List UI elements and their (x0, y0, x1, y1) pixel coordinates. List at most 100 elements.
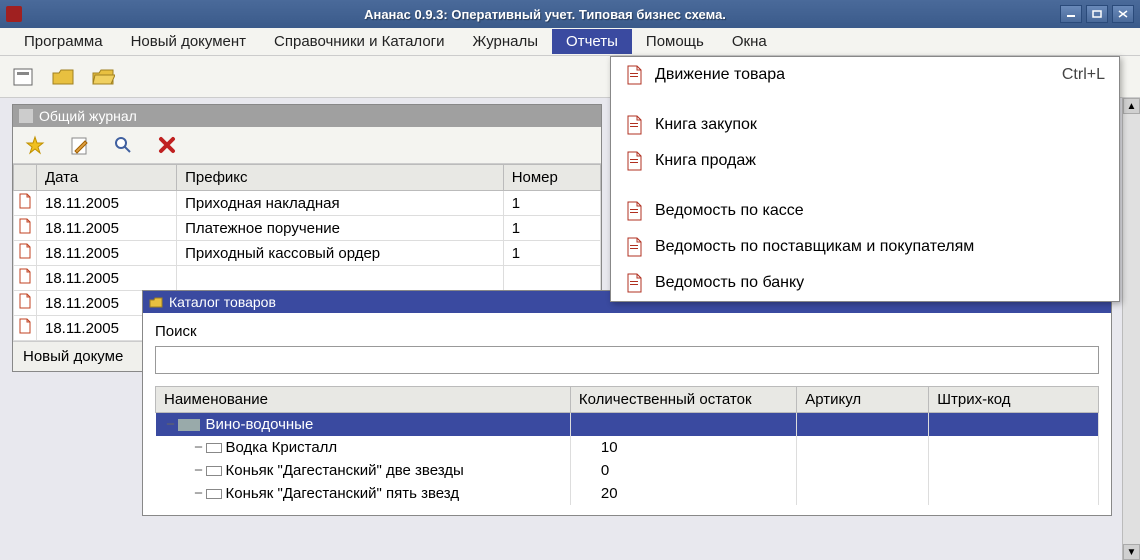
report-icon (625, 151, 643, 171)
cell-bar (929, 436, 1099, 459)
catalog-group-row[interactable]: −Вино-водочные (156, 413, 1099, 437)
search-label: Поиск (155, 323, 1099, 340)
cell-prefix (177, 266, 504, 291)
folder-icon[interactable] (50, 65, 76, 89)
catalog-title-text: Каталог товаров (169, 294, 276, 310)
catalog-col-name[interactable]: Наименование (156, 387, 571, 413)
scroll-up-icon[interactable]: ▲ (1123, 98, 1140, 114)
delete-icon[interactable] (155, 133, 179, 157)
cell-art (797, 482, 929, 505)
menu-reports[interactable]: Отчеты (552, 29, 632, 54)
cell-date: 18.11.2005 (37, 241, 177, 266)
journal-titlebar[interactable]: Общий журнал (13, 105, 601, 127)
menu-item-label: Ведомость по банку (655, 274, 1105, 292)
cell-name: −Коньяк "Дагестанский" две звезды (156, 459, 571, 482)
search-input[interactable] (155, 346, 1099, 374)
cell-name: −Вино-водочные (156, 413, 571, 437)
journal-col-prefix[interactable]: Префикс (177, 165, 504, 191)
journal-toolbar (13, 127, 601, 164)
report-icon (625, 201, 643, 221)
menu-separator (611, 179, 1119, 193)
menu-item[interactable]: Книга закупок (611, 107, 1119, 143)
cell-number: 1 (503, 216, 600, 241)
cell-bar (929, 413, 1099, 437)
journal-title-text: Общий журнал (39, 108, 137, 124)
catalog-col-art[interactable]: Артикул (797, 387, 929, 413)
report-icon (625, 115, 643, 135)
menu-windows[interactable]: Окна (718, 29, 781, 54)
menu-help[interactable]: Помощь (632, 29, 718, 54)
cell-bar (929, 482, 1099, 505)
cell-date: 18.11.2005 (37, 216, 177, 241)
titlebar: Ананас 0.9.3: Оперативный учет. Типовая … (0, 0, 1140, 28)
cell-date: 18.11.2005 (37, 191, 177, 216)
cell-prefix: Приходная накладная (177, 191, 504, 216)
cell-bar (929, 459, 1099, 482)
cell-prefix: Приходный кассовый ордер (177, 241, 504, 266)
cell-art (797, 413, 929, 437)
journal-col-date[interactable]: Дата (37, 165, 177, 191)
cell-qty (570, 413, 796, 437)
list-item[interactable]: −Коньяк "Дагестанский" две звезды 0 (156, 459, 1099, 482)
menu-item[interactable]: Ведомость по банку (611, 265, 1119, 301)
cell-qty: 20 (570, 482, 796, 505)
menu-item[interactable]: Ведомость по поставщикам и покупателям (611, 229, 1119, 265)
menu-item[interactable]: Книга продаж (611, 143, 1119, 179)
table-row[interactable]: 18.11.2005 Приходная накладная 1 (14, 191, 601, 216)
menu-catalogs[interactable]: Справочники и Каталоги (260, 29, 459, 54)
cell-qty: 10 (570, 436, 796, 459)
document-icon (18, 293, 32, 309)
folder-open-icon[interactable] (90, 65, 116, 89)
search-icon[interactable] (111, 133, 135, 157)
menu-separator (611, 93, 1119, 107)
cell-name: −Коньяк "Дагестанский" пять звезд (156, 482, 571, 505)
document-icon (18, 193, 32, 209)
journal-col-number[interactable]: Номер (503, 165, 600, 191)
catalog-col-bar[interactable]: Штрих-код (929, 387, 1099, 413)
app-icon (6, 6, 22, 22)
cell-name: −Водка Кристалл (156, 436, 571, 459)
maximize-button[interactable] (1086, 5, 1108, 23)
table-row[interactable]: 18.11.2005 Платежное поручение 1 (14, 216, 601, 241)
menu-journals[interactable]: Журналы (459, 29, 553, 54)
menu-item[interactable]: Движение товара Ctrl+L (611, 57, 1119, 93)
journal-col-icon[interactable] (14, 165, 37, 191)
catalog-folder-icon (149, 296, 163, 308)
list-item[interactable]: −Коньяк "Дагестанский" пять звезд 20 (156, 482, 1099, 505)
vertical-scrollbar[interactable]: ▲ ▼ (1122, 98, 1140, 560)
menu-item-label: Книга закупок (655, 116, 1105, 134)
cell-number (503, 266, 600, 291)
edit-icon[interactable] (67, 133, 91, 157)
list-item[interactable]: −Водка Кристалл 10 (156, 436, 1099, 459)
catalog-window: Каталог товаров Поиск Наименование Колич… (142, 290, 1112, 516)
minimize-button[interactable] (1060, 5, 1082, 23)
table-row[interactable]: 18.11.2005 Приходный кассовый ордер 1 (14, 241, 601, 266)
menu-item-label: Книга продаж (655, 152, 1105, 170)
catalog-table: Наименование Количественный остаток Арти… (155, 386, 1099, 505)
leaf-icon (206, 466, 222, 476)
table-row[interactable]: 18.11.2005 (14, 266, 601, 291)
cell-number: 1 (503, 191, 600, 216)
menu-program[interactable]: Программа (10, 29, 117, 54)
close-button[interactable] (1112, 5, 1134, 23)
toolbar-icon-1[interactable] (10, 65, 36, 89)
report-icon (625, 237, 643, 257)
cell-art (797, 436, 929, 459)
star-icon[interactable] (23, 133, 47, 157)
document-icon (18, 218, 32, 234)
window-title: Ананас 0.9.3: Оперативный учет. Типовая … (30, 7, 1060, 22)
cell-prefix: Платежное поручение (177, 216, 504, 241)
document-icon (18, 243, 32, 259)
menu-item-label: Ведомость по кассе (655, 202, 1105, 220)
report-icon (625, 273, 643, 293)
scroll-down-icon[interactable]: ▼ (1123, 544, 1140, 560)
folder-icon (178, 419, 200, 431)
catalog-col-qty[interactable]: Количественный остаток (570, 387, 796, 413)
leaf-icon (206, 443, 222, 453)
menu-new-document[interactable]: Новый документ (117, 29, 260, 54)
menu-item[interactable]: Ведомость по кассе (611, 193, 1119, 229)
cell-art (797, 459, 929, 482)
menu-item-label: Движение товара (655, 66, 1050, 84)
cell-date: 18.11.2005 (37, 266, 177, 291)
report-icon (625, 65, 643, 85)
